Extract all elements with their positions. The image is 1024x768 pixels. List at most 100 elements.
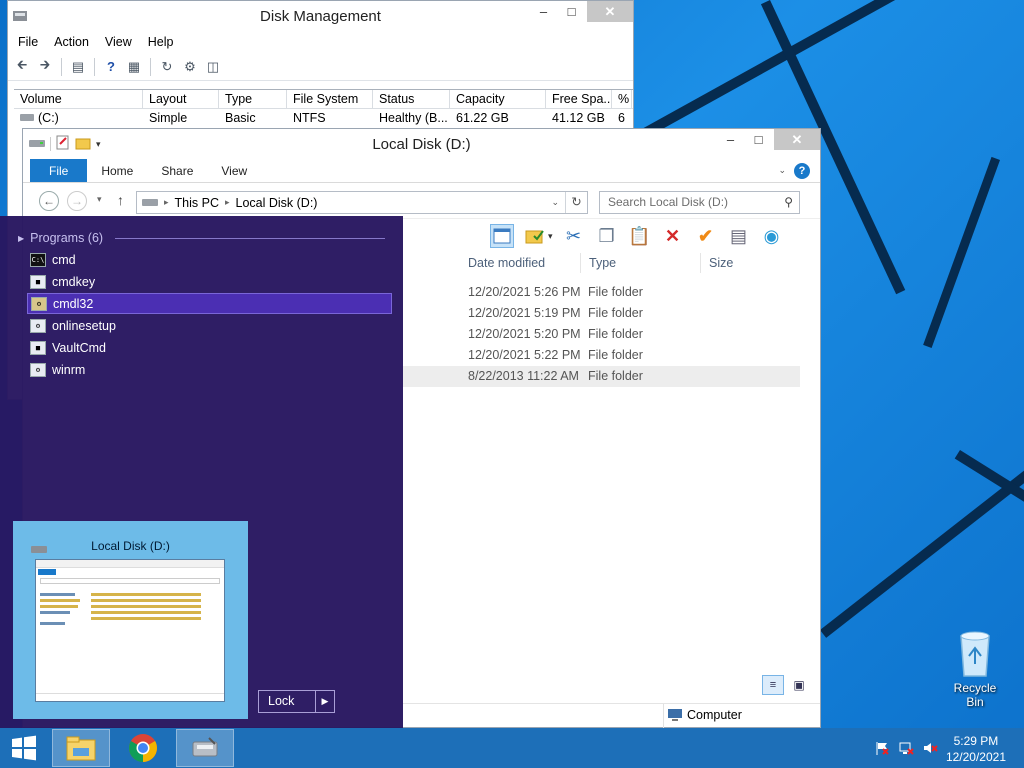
breadcrumb-local-disk[interactable]: Local Disk (D:): [236, 196, 318, 210]
list-item[interactable]: 12/20/2021 5:19 PM File folder: [460, 303, 800, 324]
item-date: 12/20/2021 5:19 PM: [468, 306, 581, 320]
console-tree-icon[interactable]: ▤: [68, 57, 88, 77]
select-icon[interactable]: ▤: [727, 224, 751, 248]
tab-share[interactable]: Share: [147, 159, 207, 182]
forward-button[interactable]: →: [67, 191, 87, 211]
delete-icon[interactable]: ✕: [661, 224, 685, 248]
clock-date: 12/20/2021: [945, 750, 1006, 764]
close-button[interactable]: ✕: [587, 1, 633, 22]
program-item-cmdl32[interactable]: ⚙ cmdl32: [27, 293, 392, 314]
tab-view[interactable]: View: [207, 159, 261, 182]
col-capacity[interactable]: Capacity: [450, 90, 546, 108]
program-item-onlinesetup[interactable]: ⚙ onlinesetup: [27, 315, 392, 336]
forward-arrow-icon[interactable]: 🡲: [35, 57, 55, 77]
col-free-space[interactable]: Free Spa...: [546, 90, 612, 108]
rename-check-icon[interactable]: ✔: [694, 224, 718, 248]
cut-icon[interactable]: ✂: [562, 224, 586, 248]
settings-icon[interactable]: ⚙: [180, 57, 200, 77]
col-layout[interactable]: Layout: [143, 90, 219, 108]
search-input[interactable]: Search Local Disk (D:) ⚲: [599, 191, 800, 214]
wallpaper-streak: [640, 0, 1024, 139]
col-volume[interactable]: Volume: [14, 90, 143, 108]
col-file-system[interactable]: File System: [287, 90, 373, 108]
taskbar-file-explorer[interactable]: [52, 729, 110, 767]
title-bar: ▾ Local Disk (D:) – □ ✕: [23, 129, 820, 159]
dropdown-icon[interactable]: ▾: [548, 231, 553, 242]
list-item[interactable]: 12/20/2021 5:22 PM File folder: [460, 345, 800, 366]
action-center-flag-icon[interactable]: [874, 740, 890, 759]
gear-app-icon: ⚙: [30, 318, 46, 333]
network-status-icon[interactable]: [898, 740, 914, 759]
disk-management-icon: [192, 737, 218, 757]
close-button[interactable]: ✕: [774, 129, 820, 150]
col-date-modified[interactable]: Date modified: [460, 253, 580, 273]
col-percent[interactable]: %: [612, 90, 632, 108]
back-button[interactable]: ←: [39, 191, 59, 211]
address-bar[interactable]: ▸ This PC ▸ Local Disk (D:) ⌄ ↻: [136, 191, 588, 214]
view-switcher: ≡ ▣: [762, 675, 810, 695]
tab-home[interactable]: Home: [87, 159, 147, 182]
cell-layout: Simple: [149, 111, 188, 125]
list-item[interactable]: 12/20/2021 5:26 PM File folder: [460, 282, 800, 303]
taskbar-chrome[interactable]: [114, 729, 172, 767]
col-size[interactable]: Size: [700, 253, 780, 273]
paste-icon[interactable]: 📋: [628, 224, 652, 248]
address-dropdown-icon[interactable]: ⌄: [551, 197, 565, 208]
menu-action[interactable]: Action: [54, 35, 89, 49]
program-label: cmd: [52, 252, 76, 267]
help-icon[interactable]: ?: [101, 57, 121, 77]
list-item[interactable]: 12/20/2021 5:20 PM File folder: [460, 324, 800, 345]
tab-file[interactable]: File: [30, 159, 88, 182]
recent-locations-icon[interactable]: ▾: [97, 194, 102, 205]
list-item[interactable]: 8/22/2013 11:22 AM File folder: [403, 366, 800, 387]
drive-icon: [20, 109, 34, 127]
taskbar-disk-management[interactable]: [176, 729, 234, 767]
program-item-vaultcmd[interactable]: ■ VaultCmd: [27, 337, 392, 358]
maximize-button[interactable]: □: [557, 1, 586, 22]
disk-icon[interactable]: ◫: [203, 57, 223, 77]
properties-icon[interactable]: ▦: [124, 57, 144, 77]
program-item-cmdkey[interactable]: ■ cmdkey: [27, 271, 392, 292]
menu-view[interactable]: View: [105, 35, 132, 49]
expand-arrow-icon: ▶: [18, 233, 25, 243]
col-type[interactable]: Type: [580, 253, 700, 273]
program-item-winrm[interactable]: ⚙ winrm: [27, 359, 392, 380]
back-arrow-icon[interactable]: 🡰: [12, 57, 32, 77]
preview-pane-icon[interactable]: [490, 224, 514, 248]
properties-folder-icon[interactable]: [523, 224, 547, 248]
programs-header[interactable]: ▶ Programs (6): [18, 231, 385, 245]
volume-muted-icon[interactable]: [922, 740, 938, 759]
up-arrow-icon[interactable]: ↑: [117, 192, 124, 208]
minimize-button[interactable]: –: [716, 129, 745, 150]
large-icons-view-icon[interactable]: ▣: [788, 675, 810, 695]
volume-name: (C:): [38, 111, 59, 125]
lock-button[interactable]: Lock ▶: [258, 690, 335, 713]
start-button[interactable]: [0, 729, 48, 767]
system-clock[interactable]: 5:29 PM 12/20/2021: [946, 733, 1006, 765]
file-list-header: Date modified Type Size: [460, 253, 800, 273]
power-options-arrow-icon[interactable]: ▶: [315, 691, 334, 712]
clock-time: 5:29 PM: [953, 734, 999, 748]
maximize-button[interactable]: □: [744, 129, 773, 150]
col-status[interactable]: Status: [373, 90, 450, 108]
expand-ribbon-icon[interactable]: ⌄: [778, 165, 786, 176]
copy-icon[interactable]: ❐: [595, 224, 619, 248]
table-row[interactable]: (C:) Simple Basic NTFS Healthy (B... 61.…: [14, 109, 633, 127]
recycle-bin[interactable]: Recycle Bin: [944, 630, 1006, 709]
breadcrumb-this-pc[interactable]: This PC: [175, 196, 219, 210]
menu-help[interactable]: Help: [148, 35, 174, 49]
address-row: ← → ▾ ↑ ▸ This PC ▸ Local Disk (D:) ⌄ ↻ …: [23, 183, 820, 219]
refresh-icon[interactable]: ↻: [157, 57, 177, 77]
drive-icon: [142, 196, 158, 210]
refresh-icon[interactable]: ↻: [565, 192, 587, 213]
minimize-button[interactable]: –: [529, 1, 558, 22]
network-icon[interactable]: ◉: [760, 224, 784, 248]
thumbnail-preview: [35, 559, 225, 702]
program-item-cmd[interactable]: C:\ cmd: [27, 249, 392, 270]
col-type[interactable]: Type: [219, 90, 287, 108]
help-icon[interactable]: ?: [794, 162, 810, 179]
console-app-icon: ■: [30, 274, 46, 289]
window-thumbnail[interactable]: Local Disk (D:): [13, 521, 248, 719]
details-view-icon[interactable]: ≡: [762, 675, 784, 695]
menu-file[interactable]: File: [18, 35, 38, 49]
